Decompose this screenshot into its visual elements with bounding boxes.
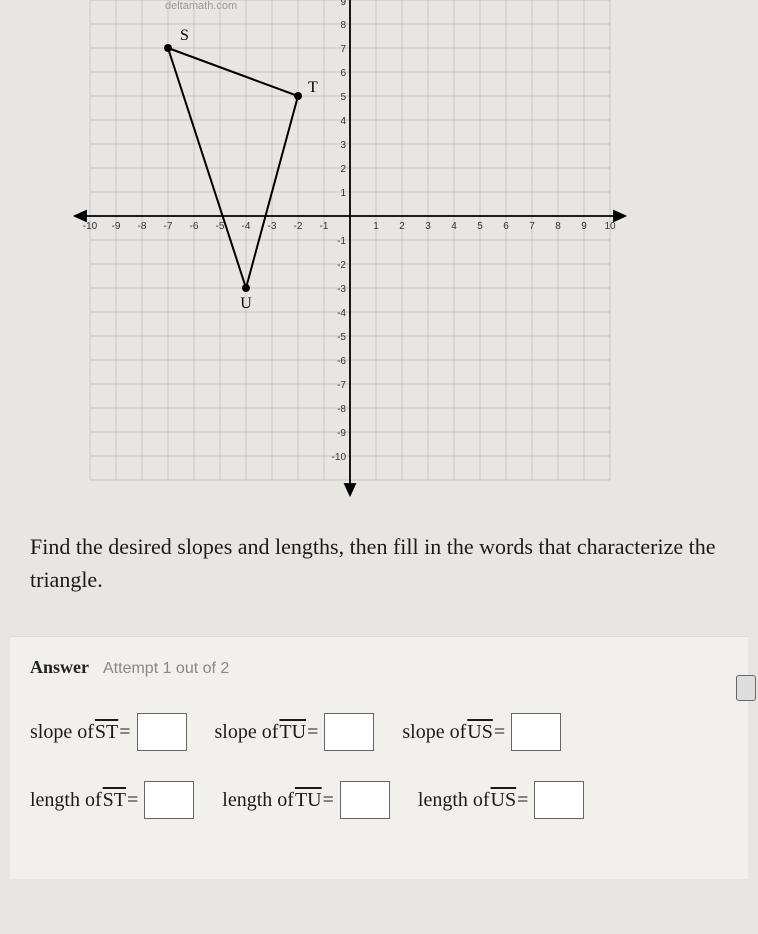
svg-text:8: 8: [340, 20, 346, 31]
slope-us-pre: slope of: [402, 721, 466, 744]
svg-text:-6: -6: [190, 221, 199, 232]
svg-text:-8: -8: [138, 221, 147, 232]
length-us-pre: length of: [418, 789, 490, 812]
svg-text:1: 1: [340, 188, 346, 199]
length-tu-pre: length of: [222, 789, 294, 812]
svg-text:-10: -10: [332, 452, 347, 463]
segment-st: ST: [94, 721, 119, 744]
slope-tu-input[interactable]: [324, 713, 374, 751]
calculator-icon[interactable]: [736, 675, 756, 701]
length-tu-field: length of TU =: [222, 781, 390, 819]
svg-text:3: 3: [340, 140, 346, 151]
svg-text:-10: -10: [83, 221, 98, 232]
svg-text:7: 7: [340, 44, 346, 55]
segment-tu: TU: [278, 721, 307, 744]
svg-text:-9: -9: [337, 428, 346, 439]
svg-text:4: 4: [451, 221, 457, 232]
svg-text:-5: -5: [216, 221, 225, 232]
attempt-text: Attempt 1 out of 2: [103, 660, 229, 677]
svg-text:9: 9: [340, 0, 346, 8]
point-t-label: T: [308, 79, 318, 96]
svg-text:-8: -8: [337, 404, 346, 415]
svg-text:-4: -4: [242, 221, 251, 232]
graph-svg: -10-9-8 -7-6-5 -4-3-2 -1 123 456 789 10 …: [70, 0, 630, 500]
equals: =: [307, 721, 318, 744]
length-tu-input[interactable]: [340, 781, 390, 819]
svg-text:5: 5: [477, 221, 483, 232]
slope-us-input[interactable]: [511, 713, 561, 751]
length-st-field: length of ST =: [30, 781, 194, 819]
segment-tu: TU: [294, 789, 323, 812]
svg-text:-3: -3: [337, 284, 346, 295]
slope-st-field: slope of ST =: [30, 713, 187, 751]
svg-text:8: 8: [555, 221, 561, 232]
segment-us: US: [466, 721, 494, 744]
svg-text:10: 10: [604, 221, 616, 232]
length-us-field: length of US =: [418, 781, 585, 819]
answer-section: Answer Attempt 1 out of 2 slope of ST = …: [10, 636, 748, 879]
slope-tu-pre: slope of: [215, 721, 279, 744]
svg-text:-6: -6: [337, 356, 346, 367]
length-row: length of ST = length of TU = length of …: [30, 781, 728, 819]
length-st-pre: length of: [30, 789, 102, 812]
svg-text:6: 6: [340, 68, 346, 79]
svg-text:-7: -7: [337, 380, 346, 391]
svg-text:-5: -5: [337, 332, 346, 343]
svg-text:-3: -3: [268, 221, 277, 232]
svg-text:4: 4: [340, 116, 346, 127]
svg-text:7: 7: [529, 221, 535, 232]
slope-us-field: slope of US =: [402, 713, 561, 751]
slope-st-pre: slope of: [30, 721, 94, 744]
svg-text:-1: -1: [320, 221, 329, 232]
svg-text:-4: -4: [337, 308, 346, 319]
answer-label: Answer: [30, 657, 89, 677]
equals: =: [517, 789, 528, 812]
segment-st: ST: [102, 789, 127, 812]
equals: =: [494, 721, 505, 744]
svg-text:6: 6: [503, 221, 509, 232]
svg-text:5: 5: [340, 92, 346, 103]
length-st-input[interactable]: [144, 781, 194, 819]
equals: =: [127, 789, 138, 812]
point-s-label: S: [180, 27, 189, 44]
slope-row: slope of ST = slope of TU = slope of US …: [30, 713, 728, 751]
answer-header: Answer Attempt 1 out of 2: [30, 657, 728, 678]
slope-tu-field: slope of TU =: [215, 713, 375, 751]
svg-text:3: 3: [425, 221, 431, 232]
svg-text:9: 9: [581, 221, 587, 232]
svg-text:-9: -9: [112, 221, 121, 232]
svg-text:1: 1: [373, 221, 379, 232]
equals: =: [323, 789, 334, 812]
segment-us: US: [490, 789, 518, 812]
svg-text:-7: -7: [164, 221, 173, 232]
svg-text:2: 2: [340, 164, 346, 175]
slope-st-input[interactable]: [137, 713, 187, 751]
svg-text:-2: -2: [337, 260, 346, 271]
svg-text:-2: -2: [294, 221, 303, 232]
equals: =: [119, 721, 130, 744]
svg-text:2: 2: [399, 221, 405, 232]
coordinate-graph: -10-9-8 -7-6-5 -4-3-2 -1 123 456 789 10 …: [70, 0, 630, 500]
svg-text:-1: -1: [337, 236, 346, 247]
length-us-input[interactable]: [534, 781, 584, 819]
point-u-label: U: [240, 295, 252, 312]
question-text: Find the desired slopes and lengths, the…: [0, 500, 758, 616]
